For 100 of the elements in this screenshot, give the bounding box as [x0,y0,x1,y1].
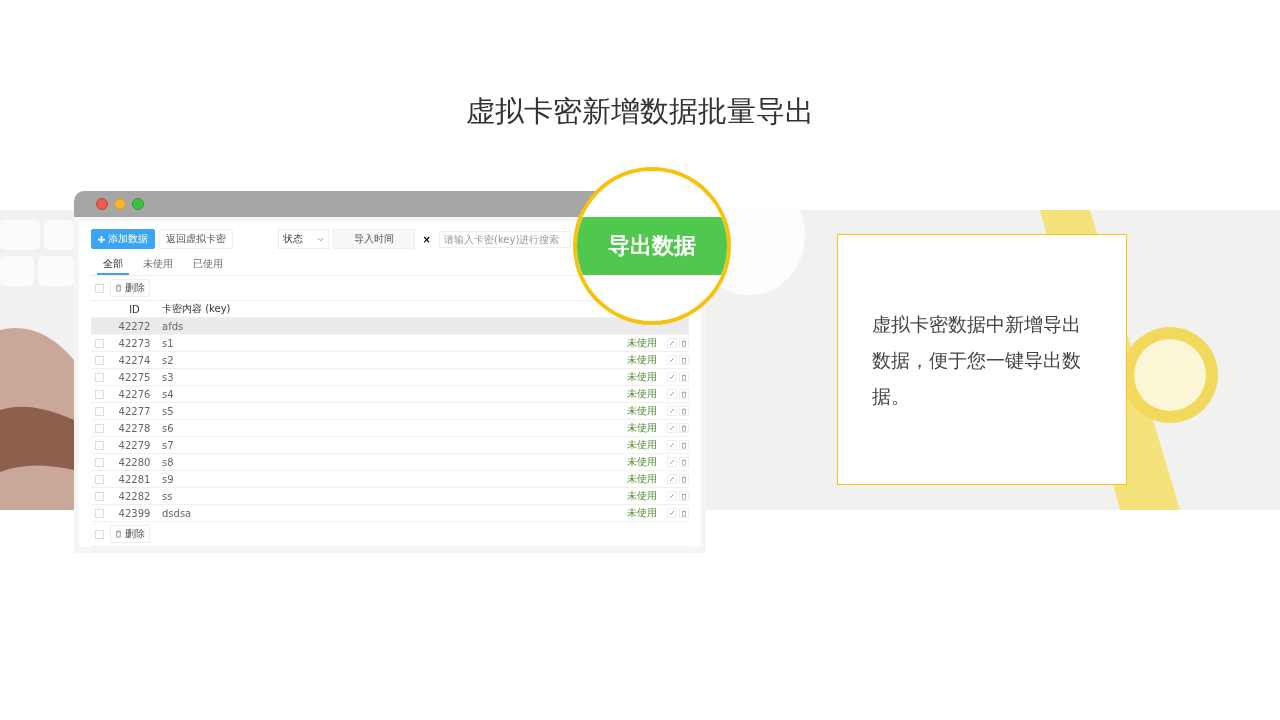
edit-button[interactable] [667,423,677,433]
status-select[interactable]: 状态 [277,229,329,249]
description-text: 虚拟卡密数据中新增导出数据，便于您一键导出数据。 [872,311,1082,409]
back-button[interactable]: 返回虚拟卡密 [159,229,233,249]
delete-button[interactable]: 删除 [110,525,150,543]
date-field[interactable]: 导入时间 [332,229,415,249]
trash-icon [681,441,687,449]
table-cell: 42281 [117,473,152,485]
pencil-icon [669,408,675,414]
table-cell: 42276 [117,388,152,400]
edit-button[interactable] [667,372,677,382]
checkbox[interactable] [95,355,104,365]
table-cell-text: s6 [162,422,175,434]
status-label: 未使用 [627,370,657,384]
pencil-icon [669,425,675,431]
status-label: 未使用 [627,353,657,367]
edit-button[interactable] [667,389,677,399]
checkbox[interactable] [95,338,104,348]
checkbox[interactable] [95,457,104,467]
pencil-icon [669,442,675,448]
delete-button[interactable] [679,355,689,365]
checkbox[interactable] [95,491,104,501]
checkbox[interactable] [95,406,104,416]
status-label: 未使用 [627,455,657,469]
tab[interactable]: 全部 [97,255,129,275]
table-cell-text: ss [162,490,174,502]
pencil-icon [669,493,675,499]
edit-button[interactable] [667,440,677,450]
page-title: 虚拟卡密新增数据批量导出 [465,93,815,130]
table-cell: 42279 [117,439,152,451]
delete-button[interactable] [679,474,689,484]
checkbox[interactable] [95,423,104,433]
table-cell-text: s2 [162,354,175,366]
table-cell-text: dsdsa [162,507,193,519]
checkbox[interactable] [95,508,104,518]
table-cell-text: s8 [162,456,175,468]
edit-button[interactable] [667,355,677,365]
pencil-icon [669,510,675,516]
table-cell: 42280 [117,456,152,468]
trash-icon [681,356,687,364]
pencil-icon [669,357,675,363]
pencil-icon [669,391,675,397]
table-cell-text: afds [162,320,185,332]
delete-button[interactable] [679,338,689,348]
delete-button[interactable] [679,389,689,399]
edit-button[interactable] [667,406,677,416]
table-cell-text: s1 [162,337,175,349]
table-cell: 42282 [117,490,152,502]
pencil-icon [669,340,675,346]
status-label: 未使用 [627,472,657,486]
table-cell: 42274 [117,354,152,366]
edit-button[interactable] [667,474,677,484]
checkbox[interactable] [95,529,104,539]
trash-icon [681,339,687,347]
edit-button[interactable] [667,491,677,501]
table-cell: 42275 [117,371,152,383]
checkbox[interactable] [95,283,104,293]
status-label: 未使用 [627,404,657,418]
tab[interactable]: 未使用 [137,255,179,275]
status-label: 未使用 [627,336,657,350]
search-field[interactable]: 请输入卡密(key)进行搜索 [439,230,571,248]
edit-button[interactable] [667,508,677,518]
edit-button[interactable] [667,457,677,467]
checkbox[interactable] [95,389,104,399]
table-cell-text: s5 [162,405,175,417]
edit-button[interactable] [667,338,677,348]
delete-button[interactable] [679,423,689,433]
table-cell: 42399 [117,507,152,519]
caret-icon [316,236,324,242]
trash-icon [681,492,687,500]
table-cell-text: s7 [162,439,175,451]
delete-button[interactable] [679,457,689,467]
table-cell: 42272 [117,320,152,332]
status-label: 未使用 [627,506,657,520]
trash-icon [681,424,687,432]
window-controls-icon[interactable] [95,197,145,211]
table-cell-text: s3 [162,371,175,383]
trash-icon [681,475,687,483]
trash-icon [115,284,122,292]
column-header: ID [128,303,141,315]
checkbox[interactable] [95,440,104,450]
tab[interactable]: 已使用 [187,255,229,275]
delete-button[interactable] [679,491,689,501]
delete-button[interactable]: 删除 [110,279,150,297]
table-cell: 42278 [117,422,152,434]
status-label: 未使用 [627,421,657,435]
plus-icon [98,235,105,243]
status-label: 未使用 [627,387,657,401]
delete-button[interactable] [679,372,689,382]
delete-button[interactable] [679,406,689,416]
table-cell-text: s4 [162,388,175,400]
delete-button[interactable] [679,440,689,450]
trash-icon [681,390,687,398]
checkbox[interactable] [95,372,104,382]
delete-button[interactable] [679,508,689,518]
checkbox[interactable] [95,474,104,484]
trash-icon [115,530,122,538]
trash-icon [681,373,687,381]
column-header: 卡密内容 (key) [162,302,232,316]
table-cell: 42273 [117,337,152,349]
